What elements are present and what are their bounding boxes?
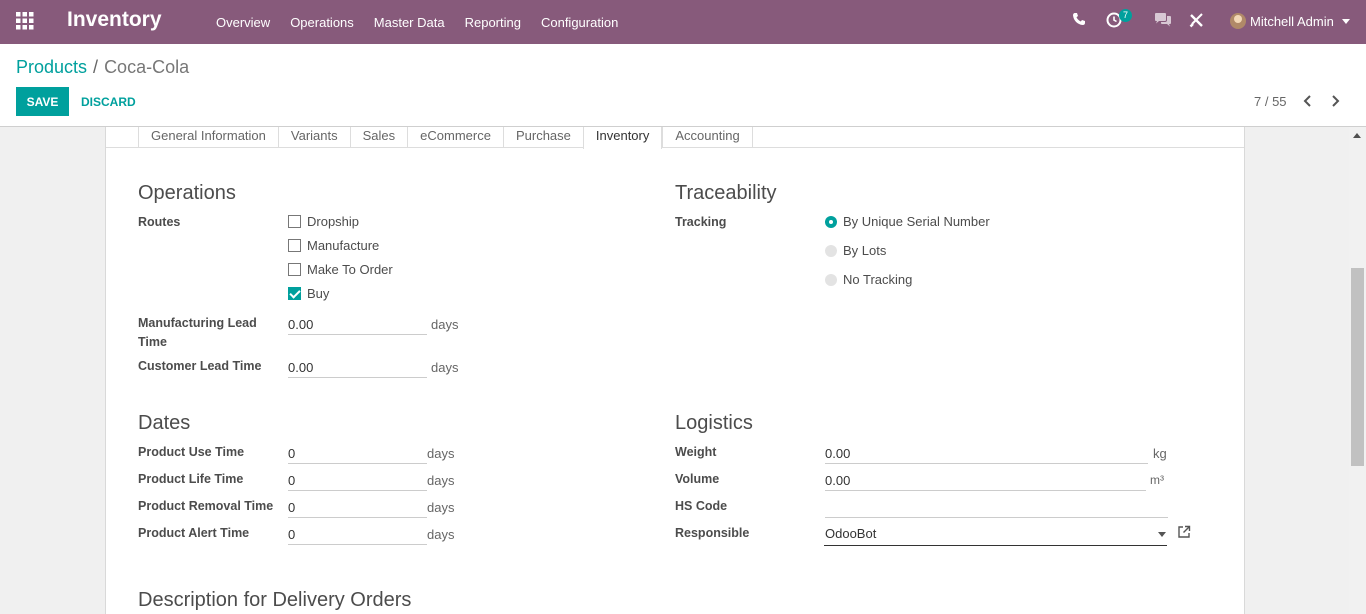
customer-lead-time-input[interactable]: [288, 358, 427, 378]
responsible-value: OdooBot: [825, 526, 877, 541]
tracking-serial-radio[interactable]: By Unique Serial Number: [825, 214, 990, 229]
chat-icon[interactable]: [1154, 12, 1174, 32]
product-removal-time-input[interactable]: [288, 498, 427, 518]
route-label: Manufacture: [307, 238, 380, 253]
mfg-lead-time-input[interactable]: [288, 315, 427, 335]
product-alert-time-unit: days: [427, 527, 455, 542]
delivery-description-heading: Description for Delivery Orders: [138, 589, 412, 611]
main-menu: Overview Operations Master Data Reportin…: [206, 0, 628, 44]
tracking-lots-radio[interactable]: By Lots: [825, 243, 886, 258]
breadcrumb-products[interactable]: Products: [16, 57, 87, 77]
app-brand[interactable]: Inventory: [67, 8, 162, 32]
scroll-up-icon[interactable]: [1353, 133, 1361, 138]
operations-heading: Operations: [138, 182, 236, 204]
hs-code-label: HS Code: [675, 499, 728, 513]
hs-code-input[interactable]: [825, 498, 1168, 518]
route-label: Make To Order: [307, 262, 393, 277]
responsible-label: Responsible: [675, 526, 750, 540]
checkbox-checked-icon: [288, 287, 301, 300]
route-label: Buy: [307, 286, 330, 301]
volume-unit: m³: [1150, 473, 1164, 487]
route-buy-checkbox[interactable]: Buy: [288, 286, 329, 301]
menu-configuration[interactable]: Configuration: [531, 15, 628, 30]
breadcrumb: Products / Coca-Cola: [16, 57, 189, 78]
product-use-time-unit: days: [427, 446, 455, 461]
checkbox-box: [288, 215, 301, 228]
tab-ecommerce[interactable]: eCommerce: [407, 127, 503, 148]
debug-tools-icon[interactable]: [1189, 12, 1209, 32]
route-label: Dropship: [307, 214, 360, 229]
radio-icon: [825, 273, 837, 286]
top-navbar: Inventory Overview Operations Master Dat…: [0, 0, 1366, 44]
tracking-option-label: No Tracking: [843, 272, 913, 287]
tracking-label: Tracking: [675, 215, 727, 229]
form-view: General Information Variants Sales eComm…: [0, 127, 1366, 614]
product-alert-time-label: Product Alert Time: [138, 526, 250, 540]
tab-accounting[interactable]: Accounting: [662, 127, 753, 148]
checkbox-box: [288, 239, 301, 252]
tracking-option-label: By Unique Serial Number: [843, 214, 990, 229]
apps-menu-icon[interactable]: [16, 12, 34, 30]
menu-overview[interactable]: Overview: [206, 15, 280, 30]
user-name: Mitchell Admin: [1250, 13, 1334, 29]
weight-unit: kg: [1153, 446, 1167, 461]
product-life-time-label: Product Life Time: [138, 472, 244, 486]
pager-next-icon[interactable]: [1327, 93, 1343, 109]
scrollbar-thumb[interactable]: [1351, 268, 1364, 466]
tracking-none-radio[interactable]: No Tracking: [825, 272, 912, 287]
dates-heading: Dates: [138, 412, 191, 434]
vertical-scrollbar[interactable]: [1349, 127, 1366, 614]
volume-label: Volume: [675, 472, 720, 486]
pager-previous-icon[interactable]: [1300, 93, 1316, 109]
breadcrumb-separator: /: [93, 57, 99, 77]
chevron-down-icon: [1341, 18, 1350, 24]
user-menu[interactable]: Mitchell Admin: [1230, 11, 1350, 31]
control-panel: Products / Coca-Cola SAVE DISCARD 7 / 55: [0, 44, 1366, 127]
notebook-tabs: General Information Variants Sales eComm…: [138, 127, 753, 149]
radio-selected-icon: [825, 215, 837, 228]
pager-value[interactable]: 7 / 55: [1254, 94, 1287, 109]
customer-lead-label: Customer Lead Time: [138, 359, 262, 373]
route-manufacture-checkbox[interactable]: Manufacture: [288, 238, 379, 253]
mfg-lead-label: Manufacturing Lead Time: [138, 316, 257, 349]
product-life-time-unit: days: [427, 473, 455, 488]
product-removal-time-label: Product Removal Time: [138, 499, 274, 513]
volume-input[interactable]: [825, 471, 1146, 491]
routes-label: Routes: [138, 215, 181, 229]
form-sheet: General Information Variants Sales eComm…: [105, 127, 1245, 614]
route-dropship-checkbox[interactable]: Dropship: [288, 214, 359, 229]
save-button[interactable]: SAVE: [16, 87, 69, 116]
tab-variants[interactable]: Variants: [277, 127, 350, 148]
route-make-to-order-checkbox[interactable]: Make To Order: [288, 262, 393, 277]
tracking-option-label: By Lots: [843, 243, 887, 258]
customer-lead-unit: days: [431, 360, 459, 375]
tab-general-information[interactable]: General Information: [138, 127, 278, 148]
product-use-time-input[interactable]: [288, 444, 427, 464]
weight-label: Weight: [675, 445, 717, 459]
tab-purchase[interactable]: Purchase: [502, 127, 583, 148]
weight-input[interactable]: [825, 444, 1148, 464]
product-removal-time-unit: days: [427, 500, 455, 515]
responsible-select[interactable]: OdooBot: [824, 524, 1167, 546]
tab-sales[interactable]: Sales: [349, 127, 408, 148]
breadcrumb-current: Coca-Cola: [104, 57, 190, 77]
checkbox-box: [288, 263, 301, 276]
logistics-heading: Logistics: [675, 412, 753, 434]
product-use-time-label: Product Use Time: [138, 445, 245, 459]
tab-inventory[interactable]: Inventory: [582, 127, 663, 149]
phone-icon[interactable]: [1072, 12, 1092, 32]
menu-operations[interactable]: Operations: [280, 15, 364, 30]
dropdown-arrow-icon: [1158, 532, 1166, 537]
external-link-icon[interactable]: [1177, 525, 1192, 540]
product-alert-time-input[interactable]: [288, 525, 427, 545]
radio-icon: [825, 244, 837, 257]
menu-reporting[interactable]: Reporting: [455, 15, 531, 30]
discard-button[interactable]: DISCARD: [75, 87, 142, 116]
mfg-lead-unit: days: [431, 317, 459, 332]
user-avatar: [1230, 13, 1246, 29]
menu-master-data[interactable]: Master Data: [364, 15, 455, 30]
traceability-heading: Traceability: [675, 182, 777, 204]
product-life-time-input[interactable]: [288, 471, 427, 491]
activity-count-badge: 7: [1119, 9, 1133, 22]
